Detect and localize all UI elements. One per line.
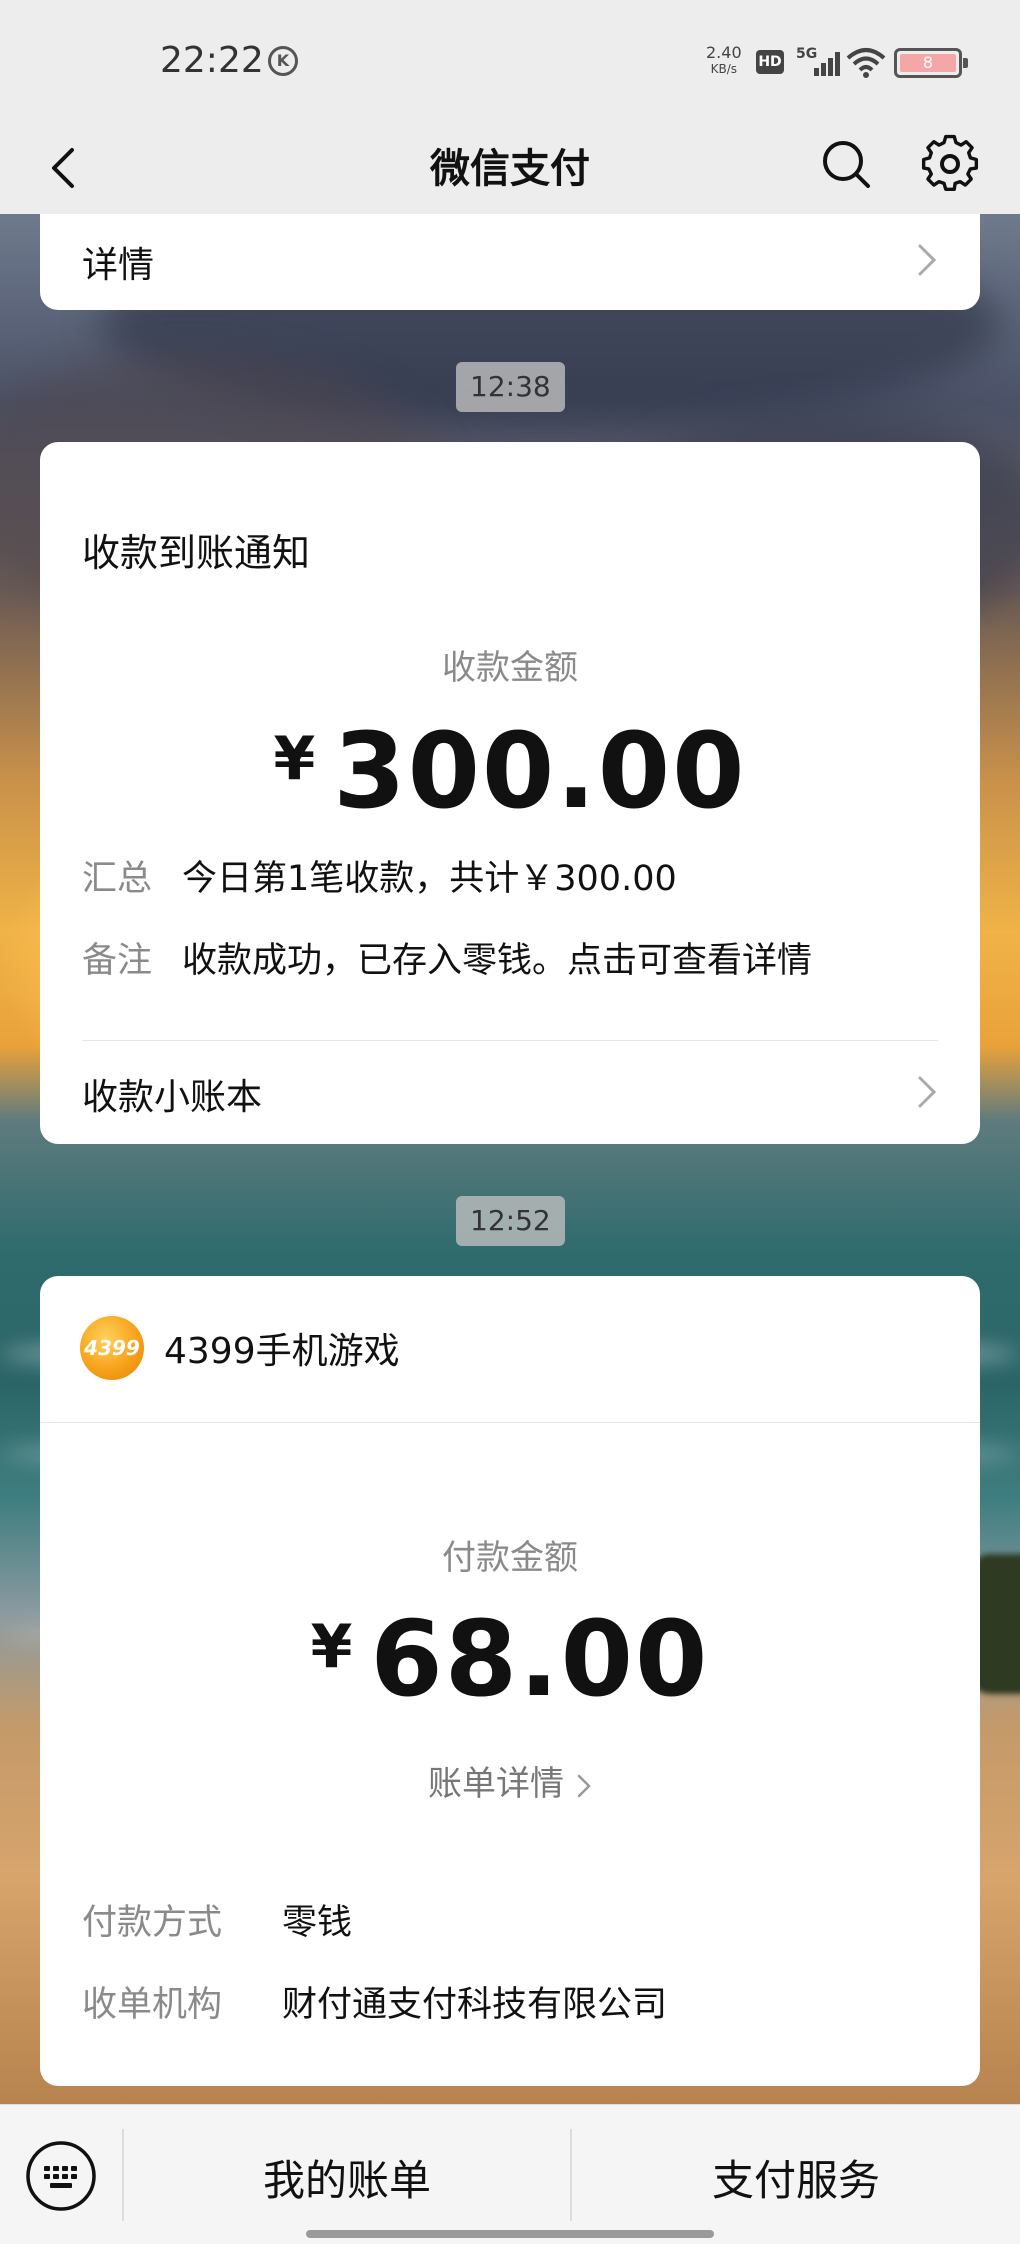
5g-signal-icon: 5G: [796, 46, 840, 76]
chevron-right-icon: [918, 1076, 937, 1108]
summary-key: 汇总: [82, 859, 153, 899]
payment-card[interactable]: 4399 4399手机游戏 付款金额 ¥68.00 账单详情 付款方式 零钱 收…: [40, 1276, 980, 2086]
k-notification-icon: K: [268, 46, 298, 76]
acquirer-key: 收单机构: [82, 1985, 223, 2025]
payment-method-value: 零钱: [282, 1903, 353, 1943]
network-speed-value: 2.40: [706, 43, 742, 62]
receipt-ledger-link[interactable]: 收款小账本: [82, 1068, 262, 1120]
merchant-logo: 4399: [80, 1316, 144, 1380]
card-title: 收款到账通知: [82, 531, 311, 575]
currency-symbol: ¥: [273, 724, 316, 794]
network-speed: 2.40 KB/s: [706, 44, 742, 78]
details-label: 详情: [82, 245, 155, 286]
message-timestamp: 12:52: [456, 1196, 565, 1246]
amount-label: 收款金额: [442, 648, 578, 688]
hd-icon: HD: [756, 50, 784, 74]
status-time: 22:22: [160, 40, 264, 81]
bottom-menu-bar: 我的账单 支付服务: [0, 2104, 1020, 2244]
gear-icon[interactable]: [918, 132, 982, 196]
keyboard-icon[interactable]: [24, 2139, 98, 2213]
home-indicator[interactable]: [306, 2230, 714, 2238]
divider: [82, 1040, 938, 1041]
amount-label: 付款金额: [442, 1538, 578, 1578]
payment-received-card[interactable]: 收款到账通知 收款金额 ¥300.00 汇总 今日第1笔收款，共计￥300.00…: [40, 442, 980, 1144]
note-value: 收款成功，已存入零钱。点击可查看详情: [182, 941, 813, 981]
status-bar: 22:22 K 2.40 KB/s HD 5G 8: [0, 0, 1020, 124]
bill-details-label: 账单详情: [428, 1764, 564, 1804]
search-icon[interactable]: [816, 134, 876, 194]
bill-details-link[interactable]: 账单详情: [40, 1756, 980, 1805]
message-timestamp: 12:38: [456, 362, 565, 412]
payment-method-key: 付款方式: [82, 1903, 223, 1943]
nav-bar: 微信支付: [0, 124, 1020, 214]
currency-symbol: ¥: [310, 1612, 353, 1682]
amount-value: 68.00: [370, 1598, 710, 1720]
my-bills-menu[interactable]: 我的账单: [124, 2147, 570, 2208]
note-key: 备注: [82, 941, 153, 981]
received-amount: ¥300.00: [40, 710, 980, 832]
chevron-right-icon: [577, 1774, 591, 1797]
previous-message-card[interactable]: 详情: [40, 214, 980, 310]
amount-value: 300.00: [333, 710, 747, 832]
chevron-right-icon: [918, 244, 937, 276]
acquirer-value: 财付通支付科技有限公司: [282, 1985, 668, 2025]
battery-level: 8: [900, 54, 956, 72]
signal-label: 5G: [796, 46, 817, 62]
merchant-name: 4399手机游戏: [164, 1331, 400, 1372]
network-speed-unit: KB/s: [710, 62, 738, 76]
payment-services-menu[interactable]: 支付服务: [572, 2147, 1020, 2208]
divider: [40, 1422, 980, 1423]
wifi-icon: [846, 48, 886, 78]
summary-value: 今日第1笔收款，共计￥300.00: [182, 859, 677, 899]
battery-icon: 8: [894, 48, 968, 78]
paid-amount: ¥68.00: [40, 1598, 980, 1720]
